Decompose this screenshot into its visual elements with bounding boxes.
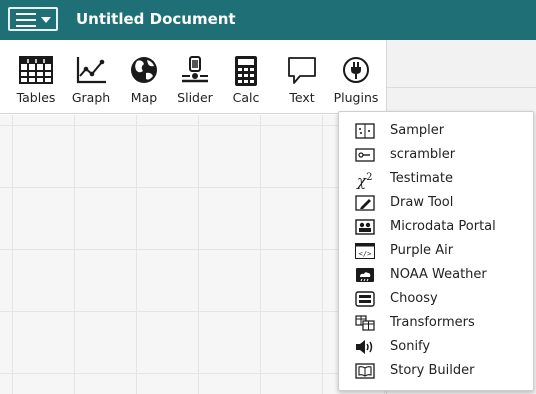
menu-item-label: Choosy [390, 291, 438, 306]
graph-label: Graph [71, 90, 111, 105]
title-bar: Untitled Document [0, 0, 536, 40]
transformers-icon [355, 315, 375, 331]
chi-symbol: χ [357, 172, 367, 190]
calc-button[interactable]: Calc [226, 40, 266, 114]
slider-button[interactable]: Slider [174, 40, 216, 114]
calculator-icon [235, 56, 257, 86]
menu-item-label: Draw Tool [390, 195, 454, 210]
menu-item-label: Sampler [390, 123, 445, 138]
menu-item-label: Story Builder [390, 363, 475, 378]
menu-item-noaa-weather[interactable]: NOAA Weather [339, 264, 533, 288]
story-builder-icon [355, 363, 375, 379]
menu-item-sampler[interactable]: Sampler [339, 120, 533, 144]
menu-item-draw-tool[interactable]: Draw Tool [339, 192, 533, 216]
slider-label: Slider [177, 90, 213, 105]
menu-item-label: Testimate [390, 171, 453, 186]
text-button[interactable]: Text [282, 40, 322, 114]
menu-item-story-builder[interactable]: Story Builder [339, 360, 533, 384]
globe-icon [131, 57, 157, 83]
menu-item-label: Transformers [390, 315, 475, 330]
hamburger-icon [16, 13, 36, 27]
sampler-icon [355, 123, 375, 139]
menu-item-sonify[interactable]: Sonify [339, 336, 533, 360]
speech-bubble-icon [288, 57, 316, 84]
menu-item-testimate[interactable]: χ2 Testimate [339, 168, 533, 192]
caret-down-icon [41, 17, 51, 23]
draw-tool-icon [355, 195, 375, 211]
main-menu-button[interactable] [8, 7, 58, 31]
menu-item-label: Sonify [390, 339, 431, 354]
tables-button[interactable]: Tables [12, 40, 60, 114]
plug-icon [343, 57, 369, 83]
menu-item-purple-air[interactable]: </> Purple Air [339, 240, 533, 264]
plugins-menu: Sampler scrambler χ2 Testimate Draw Tool… [338, 111, 534, 391]
text-label: Text [289, 90, 315, 105]
svg-text:</>: </> [359, 250, 372, 258]
plugins-label: Plugins [333, 90, 379, 105]
plugins-button[interactable]: Plugins [332, 40, 380, 114]
scrambler-icon [355, 148, 375, 162]
menu-item-microdata-portal[interactable]: Microdata Portal [339, 216, 533, 240]
toolbar: Tables Graph Map Slider Calc Text Plugin… [0, 40, 386, 114]
document-title[interactable]: Untitled Document [76, 10, 236, 28]
microdata-portal-icon [355, 219, 375, 235]
table-icon [19, 56, 53, 84]
menu-item-choosy[interactable]: Choosy [339, 288, 533, 312]
choosy-icon [355, 291, 375, 307]
menu-item-scrambler[interactable]: scrambler [339, 144, 533, 168]
chi-exponent: 2 [366, 172, 373, 183]
calc-label: Calc [232, 90, 260, 105]
menu-item-label: Purple Air [390, 243, 454, 258]
menu-item-label: Microdata Portal [390, 219, 496, 234]
code-icon: </> [355, 243, 375, 259]
menu-item-transformers[interactable]: Transformers [339, 312, 533, 336]
map-label: Map [130, 90, 158, 105]
weather-icon [356, 268, 374, 282]
graph-button[interactable]: Graph [68, 40, 114, 114]
speaker-icon [356, 340, 373, 354]
document-canvas[interactable] [0, 115, 386, 394]
menu-item-label: scrambler [390, 147, 456, 162]
chi-squared-icon: χ2 [357, 170, 377, 189]
menu-item-label: NOAA Weather [390, 267, 487, 282]
graph-icon [76, 57, 106, 84]
map-button[interactable]: Map [124, 40, 164, 114]
tables-label: Tables [16, 90, 56, 105]
slider-icon [182, 56, 208, 83]
divider [387, 87, 536, 88]
